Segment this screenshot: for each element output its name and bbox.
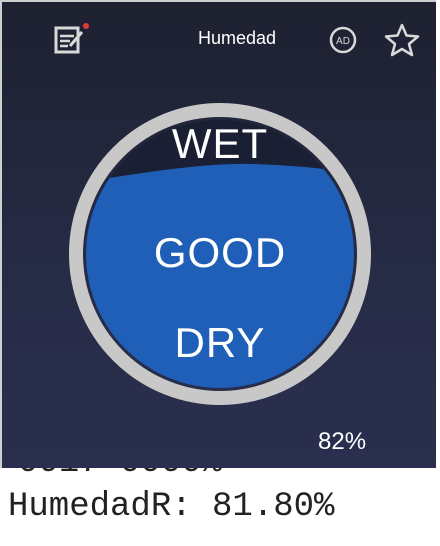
star-outline-icon[interactable]: [382, 20, 422, 60]
ad-icon[interactable]: AD: [327, 24, 359, 56]
gauge-label-wet: WET: [171, 120, 269, 167]
serial-line-truncated: 0017 0000%: [18, 468, 222, 482]
serial-line: HumedadR: 81.80%: [8, 488, 335, 526]
humidity-gauge: WET GOOD DRY: [64, 94, 376, 414]
app-title: Humedad: [197, 28, 277, 48]
humidity-percent: 82%: [318, 428, 367, 455]
svg-text:AD: AD: [336, 36, 350, 47]
gauge-label-dry: DRY: [174, 319, 266, 366]
serial-monitor-output: 0017 0000% HumedadR: 81.80%: [0, 468, 440, 546]
top-bar: Humedad AD: [2, 2, 436, 82]
gauge-label-good: GOOD: [153, 229, 287, 276]
edit-note-icon[interactable]: [50, 20, 90, 60]
app-screen: Humedad AD WET GOOD DRY 82%: [0, 0, 436, 468]
